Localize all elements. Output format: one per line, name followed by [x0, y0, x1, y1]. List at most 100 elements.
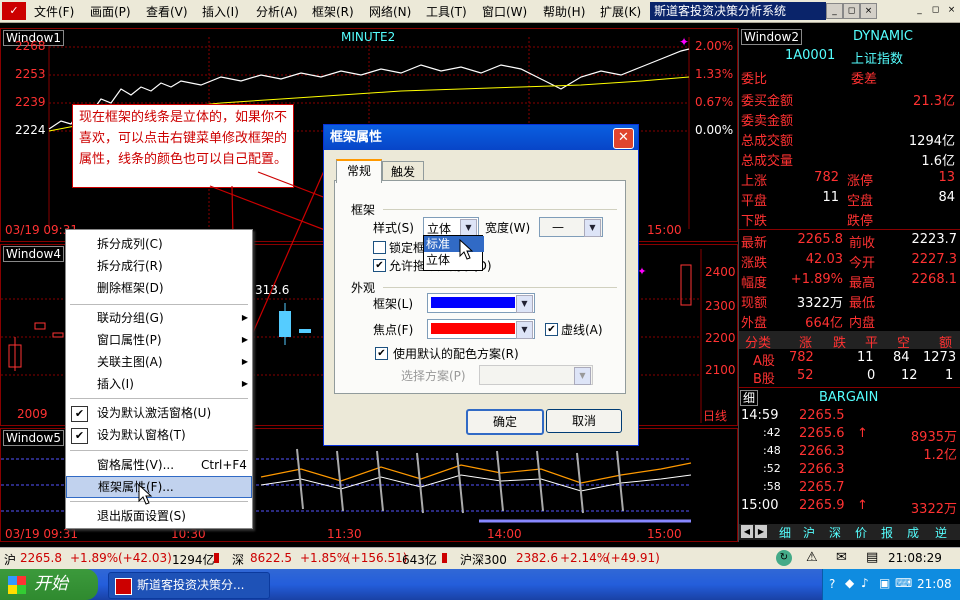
menu-extend[interactable]: 扩展(K): [600, 3, 641, 20]
dashed-checkbox[interactable]: ✔: [545, 323, 558, 336]
tray-app-icon[interactable]: ◆: [845, 576, 854, 590]
help-icon[interactable]: ?: [829, 577, 835, 591]
ok-button[interactable]: 确定: [466, 409, 544, 435]
class-header-row: [739, 331, 960, 349]
submenu-arrow-icon: ▶: [241, 357, 248, 366]
menu-tools[interactable]: 工具(T): [426, 3, 467, 20]
status-hs-price: 2382.6: [516, 551, 558, 565]
close-button[interactable]: ×: [860, 3, 877, 19]
window2-label[interactable]: Window2: [741, 29, 802, 45]
mdi-close-button[interactable]: ×: [944, 3, 959, 17]
frame-color-select[interactable]: ▼: [427, 293, 535, 313]
choose-scheme-label: 选择方案(P): [401, 369, 466, 383]
start-button[interactable]: 开始: [0, 569, 98, 600]
row-value: 1294亿: [908, 134, 955, 149]
trade-price: 2265.7: [799, 480, 845, 495]
kline-axis-2: 2200: [705, 331, 736, 345]
tab-reverse[interactable]: 逆: [935, 524, 947, 541]
app-logo-icon[interactable]: ✓: [2, 2, 26, 20]
dashed-label: 虚线(A): [561, 323, 603, 337]
scroll-left-icon[interactable]: ◀: [741, 525, 753, 538]
kline-axis-0: 2400: [705, 265, 736, 279]
menu-frame[interactable]: 框架(R): [312, 3, 354, 20]
menu-item-exit-layout[interactable]: 退出版面设置(S): [66, 506, 252, 526]
tab-sh[interactable]: 沪: [803, 524, 815, 541]
warning-icon[interactable]: ⚠: [806, 550, 818, 565]
mdi-restore-button[interactable]: ◻: [928, 3, 943, 17]
quote-value: 2227.3: [911, 252, 958, 267]
row-label: 总成交额: [741, 134, 794, 149]
quote-label: 外盘: [741, 316, 768, 331]
scroll-right-icon[interactable]: ▶: [755, 525, 767, 538]
context-menu: 拆分成列(C) 拆分成行(R) 删除框架(D) 联动分组(G) ▶ 窗口属性(P)…: [65, 229, 253, 529]
menu-network[interactable]: 网络(N): [369, 3, 411, 20]
menu-item-frame-props[interactable]: 框架属性(F)...: [66, 476, 252, 498]
row-label: 委卖金额: [741, 114, 794, 129]
menu-separator: [70, 398, 248, 399]
menu-insert[interactable]: 插入(I): [202, 3, 239, 20]
network-icon[interactable]: ▣: [879, 576, 890, 590]
menu-item-window-props[interactable]: 窗口属性(P) ▶: [66, 330, 252, 350]
menu-item-label: 拆分成列(C): [97, 237, 163, 251]
menu-item-default-active[interactable]: ✔ 设为默认激活窗格(U): [66, 403, 252, 423]
style-option-standard[interactable]: 标准: [424, 236, 484, 252]
menu-item-default-pane[interactable]: ✔ 设为默认窗格(T): [66, 425, 252, 445]
menu-item-link-group[interactable]: 联动分组(G) ▶: [66, 308, 252, 328]
allow-drag-checkbox[interactable]: ✔: [373, 259, 386, 272]
menu-screen[interactable]: 画面(P): [90, 3, 131, 20]
axis-left-3: 2224: [15, 123, 46, 137]
quote-label: 最高: [849, 276, 876, 291]
tab-detail[interactable]: 细: [779, 524, 791, 541]
menu-item-delete-frame[interactable]: 删除框架(D): [66, 278, 252, 298]
menu-item-split-rows[interactable]: 拆分成行(R): [66, 256, 252, 276]
menu-file[interactable]: 文件(F): [34, 3, 74, 20]
connect-icon[interactable]: ↻: [776, 550, 792, 566]
quote-label: 内盘: [849, 316, 876, 331]
restore-button[interactable]: ◻: [843, 3, 860, 19]
menu-view[interactable]: 查看(V): [146, 3, 188, 20]
tab-general[interactable]: 常规: [336, 159, 382, 183]
style-option-3d[interactable]: 立体: [424, 252, 484, 268]
menu-window[interactable]: 窗口(W): [482, 3, 527, 20]
taskbar-app-item[interactable]: 斯道客投资决策分...: [108, 572, 270, 599]
mdi-minimize-button[interactable]: _: [912, 3, 927, 17]
volume-icon[interactable]: ♪: [861, 576, 869, 590]
menu-item-pane-props[interactable]: 窗格属性(V)... Ctrl+F4: [66, 455, 252, 475]
dialog-close-button[interactable]: ✕: [613, 128, 634, 149]
menu-item-link-main[interactable]: 关联主图(A) ▶: [66, 352, 252, 372]
focus-color-select[interactable]: ▼: [427, 319, 535, 339]
window5-label[interactable]: Window5: [3, 430, 64, 446]
dialog-titlebar[interactable]: 框架属性 ✕: [324, 125, 638, 150]
menu-item-split-columns[interactable]: 拆分成列(C): [66, 234, 252, 254]
tab-sz[interactable]: 深: [829, 524, 841, 541]
news-icon[interactable]: ✉: [836, 550, 847, 565]
default-scheme-checkbox[interactable]: ✔: [375, 347, 388, 360]
cancel-button[interactable]: 取消: [546, 409, 622, 433]
frame-group-label: 框架: [351, 203, 376, 217]
status-clock: 21:08:29: [888, 551, 942, 565]
menu-help[interactable]: 帮助(H): [543, 3, 585, 20]
window4-label[interactable]: Window4: [3, 246, 64, 262]
window1-title: MINUTE2: [341, 30, 396, 44]
bargain-label[interactable]: 细: [740, 390, 759, 406]
chevron-down-icon: ▼: [516, 295, 533, 313]
tab-price[interactable]: 价: [855, 524, 867, 541]
frame-color-label: 框架(L): [373, 297, 414, 311]
doc-icon[interactable]: ▤: [866, 550, 878, 565]
style-select[interactable]: 立体 ▼: [423, 217, 479, 237]
width-label: 宽度(W): [485, 221, 531, 235]
axis-right-1: 1.33%: [695, 67, 734, 81]
width-select[interactable]: — ▼: [539, 217, 603, 237]
minimize-button[interactable]: _: [826, 3, 843, 19]
menu-item-insert[interactable]: 插入(I) ▶: [66, 374, 252, 394]
lock-label: 锁定框: [389, 241, 426, 255]
menu-analysis[interactable]: 分析(A): [256, 3, 298, 20]
choose-scheme-select[interactable]: ▼: [479, 365, 593, 385]
lock-checkbox[interactable]: [373, 241, 386, 254]
tab-deal[interactable]: 成: [907, 524, 919, 541]
tab-report[interactable]: 报: [881, 524, 893, 541]
class-name: B股: [753, 372, 775, 387]
input-icon[interactable]: ⌨: [895, 576, 912, 590]
quote-label: 最新: [741, 236, 768, 251]
tab-trigger[interactable]: 触发: [382, 161, 424, 182]
